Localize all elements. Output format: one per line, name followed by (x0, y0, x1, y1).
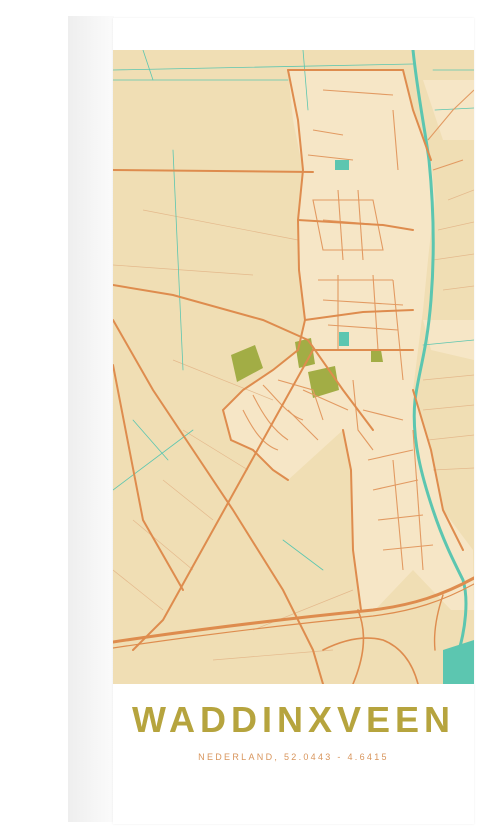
city-map (113, 50, 474, 684)
coordinates-caption: NEDERLAND, 52.0443 - 4.6415 (198, 752, 389, 762)
poster-title-block: WADDINXVEEN NEDERLAND, 52.0443 - 4.6415 (113, 699, 474, 763)
canvas-side-edge (68, 16, 114, 822)
pond (335, 160, 349, 170)
pond (339, 332, 349, 346)
city-name: WADDINXVEEN (131, 699, 456, 740)
